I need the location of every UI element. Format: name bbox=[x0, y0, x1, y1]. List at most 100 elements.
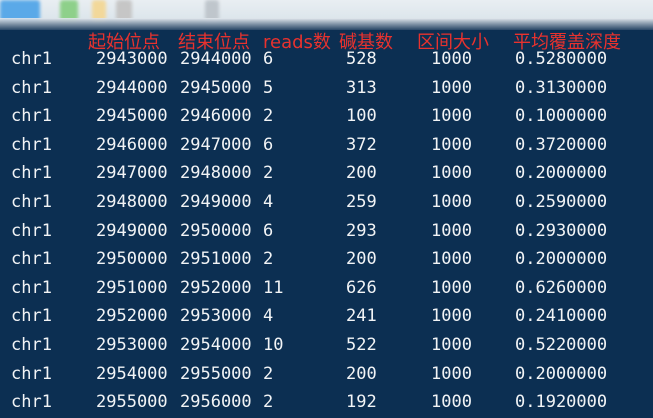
cell-size: 1000 bbox=[431, 306, 472, 327]
cell-avg: 0.3720000 bbox=[515, 134, 608, 155]
cell-end: 2951000 bbox=[180, 249, 252, 270]
cell-size: 1000 bbox=[431, 334, 472, 355]
cell-size: 1000 bbox=[431, 392, 472, 413]
cell-chr: chr1 bbox=[11, 106, 52, 127]
cell-chr: chr1 bbox=[11, 134, 52, 155]
cell-start: 2943000 bbox=[96, 49, 168, 69]
cell-end: 2955000 bbox=[180, 363, 252, 384]
cell-end: 2953000 bbox=[180, 306, 252, 327]
cell-avg: 0.2000000 bbox=[515, 363, 608, 384]
cell-avg: 0.2000000 bbox=[515, 163, 608, 184]
cell-avg: 0.1920000 bbox=[515, 392, 608, 413]
cell-avg: 0.2410000 bbox=[515, 306, 608, 327]
cell-chr: chr1 bbox=[11, 163, 52, 184]
table-row: chr1 2945000 2946000 2 100 1000 0.100000… bbox=[0, 102, 653, 131]
table-row: chr1 2952000 2953000 4 241 1000 0.241000… bbox=[0, 302, 653, 331]
cell-start: 2955000 bbox=[96, 392, 168, 413]
cell-size: 1000 bbox=[431, 191, 472, 212]
cell-size: 1000 bbox=[431, 134, 472, 155]
table-row: chr1 2950000 2951000 2 200 1000 0.200000… bbox=[0, 245, 653, 274]
cell-start: 2947000 bbox=[96, 163, 168, 184]
table-row: chr1 2955000 2956000 2 192 1000 0.192000… bbox=[0, 388, 653, 417]
cell-reads: 6 bbox=[263, 134, 274, 155]
cell-base: 313 bbox=[346, 77, 377, 98]
table-row: chr1 2948000 2949000 4 259 1000 0.259000… bbox=[0, 188, 653, 217]
cell-reads: 10 bbox=[263, 334, 284, 355]
cell-end: 2949000 bbox=[180, 191, 252, 212]
cell-base: 626 bbox=[346, 277, 377, 298]
cell-reads: 6 bbox=[263, 49, 274, 69]
cell-base: 241 bbox=[346, 306, 377, 327]
cell-chr: chr1 bbox=[11, 249, 52, 270]
cell-chr: chr1 bbox=[11, 392, 52, 413]
table-row: chr1 2943000 2944000 6 528 1000 0.528000… bbox=[0, 45, 653, 74]
cell-start: 2954000 bbox=[96, 363, 168, 384]
cell-start: 2948000 bbox=[96, 191, 168, 212]
cell-end: 2944000 bbox=[180, 49, 252, 69]
table-row: chr1 2946000 2947000 6 372 1000 0.372000… bbox=[0, 131, 653, 160]
cell-size: 1000 bbox=[431, 49, 472, 69]
cell-chr: chr1 bbox=[11, 49, 52, 69]
cell-base: 259 bbox=[346, 191, 377, 212]
cell-end: 2950000 bbox=[180, 220, 252, 241]
cell-chr: chr1 bbox=[11, 191, 52, 212]
cell-size: 1000 bbox=[431, 106, 472, 127]
cell-chr: chr1 bbox=[11, 277, 52, 298]
cell-avg: 0.5220000 bbox=[515, 334, 608, 355]
cell-avg: 0.1000000 bbox=[515, 106, 608, 127]
cell-base: 200 bbox=[346, 163, 377, 184]
table-row: chr1 2947000 2948000 2 200 1000 0.200000… bbox=[0, 159, 653, 188]
cell-base: 522 bbox=[346, 334, 377, 355]
cell-base: 528 bbox=[346, 49, 377, 69]
cell-reads: 2 bbox=[263, 163, 274, 184]
cell-chr: chr1 bbox=[11, 306, 52, 327]
cell-start: 2949000 bbox=[96, 220, 168, 241]
cell-avg: 0.5280000 bbox=[515, 49, 608, 69]
cell-reads: 5 bbox=[263, 77, 274, 98]
cell-start: 2946000 bbox=[96, 134, 168, 155]
cell-size: 1000 bbox=[431, 277, 472, 298]
cell-chr: chr1 bbox=[11, 363, 52, 384]
cell-end: 2945000 bbox=[180, 77, 252, 98]
cell-reads: 2 bbox=[263, 392, 274, 413]
cell-reads: 4 bbox=[263, 191, 274, 212]
cell-reads: 2 bbox=[263, 363, 274, 384]
cell-base: 200 bbox=[346, 363, 377, 384]
cell-avg: 0.2930000 bbox=[515, 220, 608, 241]
cell-start: 2953000 bbox=[96, 334, 168, 355]
cell-base: 293 bbox=[346, 220, 377, 241]
table-row: chr1 2954000 2955000 2 200 1000 0.200000… bbox=[0, 360, 653, 389]
cell-start: 2952000 bbox=[96, 306, 168, 327]
table-row: chr1 2944000 2945000 5 313 1000 0.313000… bbox=[0, 74, 653, 103]
cell-start: 2950000 bbox=[96, 249, 168, 270]
table-row: chr1 2949000 2950000 6 293 1000 0.293000… bbox=[0, 217, 653, 246]
cell-size: 1000 bbox=[431, 220, 472, 241]
cell-chr: chr1 bbox=[11, 334, 52, 355]
cell-size: 1000 bbox=[431, 77, 472, 98]
cell-reads: 2 bbox=[263, 249, 274, 270]
cell-chr: chr1 bbox=[11, 77, 52, 98]
terminal-output: chr1 2943000 2944000 6 528 1000 0.528000… bbox=[0, 45, 653, 417]
cell-base: 100 bbox=[346, 106, 377, 127]
cell-base: 192 bbox=[346, 392, 377, 413]
cell-start: 2944000 bbox=[96, 77, 168, 98]
cell-end: 2946000 bbox=[180, 106, 252, 127]
cell-base: 372 bbox=[346, 134, 377, 155]
cell-size: 1000 bbox=[431, 249, 472, 270]
cell-reads: 4 bbox=[263, 306, 274, 327]
cell-avg: 0.3130000 bbox=[515, 77, 608, 98]
cell-size: 1000 bbox=[431, 363, 472, 384]
cell-end: 2948000 bbox=[180, 163, 252, 184]
cell-reads: 11 bbox=[263, 277, 284, 298]
cell-base: 200 bbox=[346, 249, 377, 270]
cell-chr: chr1 bbox=[11, 220, 52, 241]
cell-start: 2945000 bbox=[96, 106, 168, 127]
cell-end: 2954000 bbox=[180, 334, 252, 355]
cell-start: 2951000 bbox=[96, 277, 168, 298]
cell-avg: 0.6260000 bbox=[515, 277, 608, 298]
cell-end: 2956000 bbox=[180, 392, 252, 413]
cell-reads: 6 bbox=[263, 220, 274, 241]
cell-size: 1000 bbox=[431, 163, 472, 184]
cell-reads: 2 bbox=[263, 106, 274, 127]
cell-end: 2952000 bbox=[180, 277, 252, 298]
